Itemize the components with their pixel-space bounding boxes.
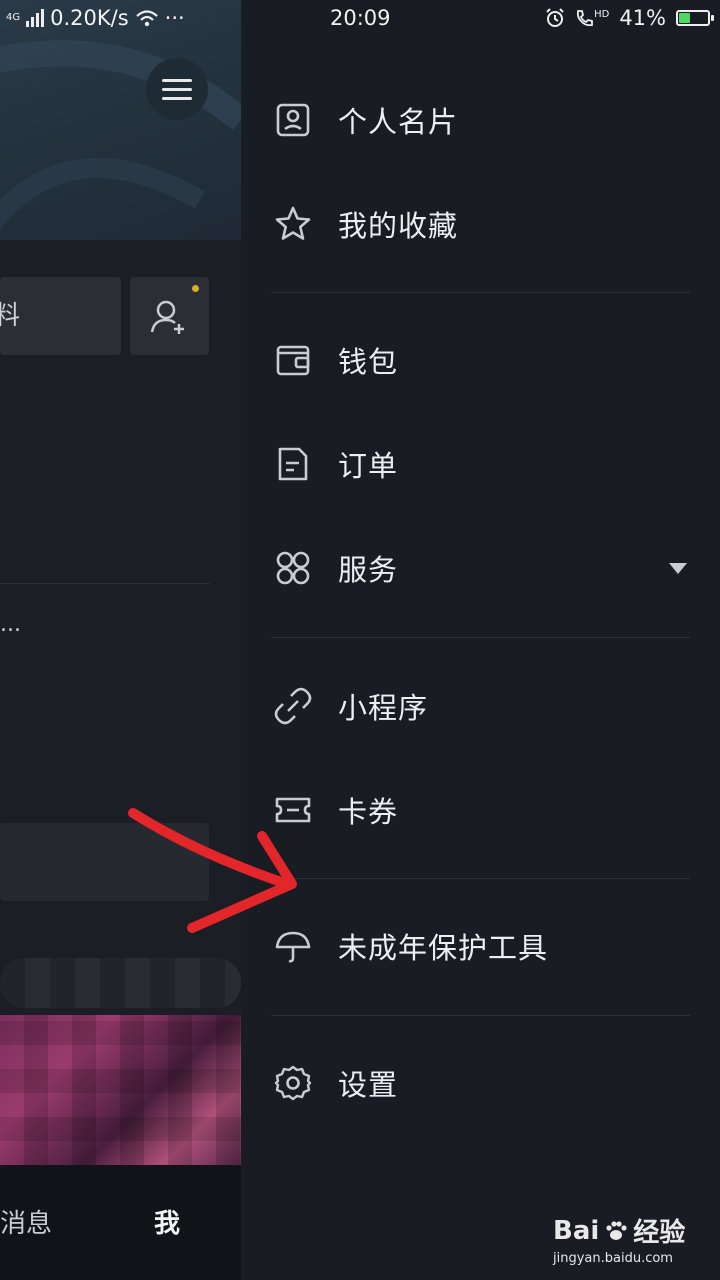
- network-speed: 0.20K/s: [50, 6, 129, 30]
- clock: 20:09: [330, 6, 391, 30]
- drawer-item-label: 我的收藏: [338, 209, 459, 243]
- drawer-item-profile-card[interactable]: 个人名片: [271, 90, 691, 150]
- hd-call-indicator: HD: [575, 9, 609, 27]
- network-type: 4G: [6, 12, 21, 23]
- services-grid-icon: [271, 546, 315, 590]
- watermark-url: jingyan.baidu.com: [553, 1251, 673, 1266]
- menu-button[interactable]: [146, 58, 208, 120]
- status-right: HD 41%: [545, 6, 714, 30]
- blurred-pill: [0, 958, 241, 1008]
- drawer-item-mini-programs[interactable]: 小程序: [271, 676, 691, 736]
- ellipsis-text: ...: [0, 612, 21, 637]
- signal-icon: [26, 9, 45, 27]
- phone-icon: [576, 10, 593, 27]
- drawer-item-label: 钱包: [338, 345, 399, 379]
- coupon-ticket-icon: [271, 788, 315, 832]
- blurred-image: [0, 1015, 241, 1165]
- edit-profile-label: 料: [0, 301, 21, 331]
- hd-label: HD: [594, 9, 610, 20]
- battery-percent: 41%: [619, 6, 666, 30]
- battery-fill: [679, 13, 691, 23]
- drawer-item-favorites[interactable]: 我的收藏: [271, 194, 691, 254]
- drawer-item-orders[interactable]: 订单: [271, 434, 691, 494]
- drawer-item-label: 卡券: [338, 795, 399, 829]
- drawer-item-coupons[interactable]: 卡券: [271, 780, 691, 840]
- watermark-brand: Bai: [553, 1215, 600, 1246]
- drawer-item-label: 服务: [338, 553, 399, 587]
- side-drawer: 个人名片 我的收藏 钱包 订单 服务 小程序 卡券 未成年保护工具 设置: [241, 0, 720, 1280]
- drawer-item-minor-protection[interactable]: 未成年保护工具: [271, 916, 691, 976]
- drawer-item-settings[interactable]: 设置: [271, 1053, 691, 1113]
- status-bar: 4G 0.20K/s ··· 20:09 HD 41%: [0, 0, 720, 40]
- battery-icon: [676, 10, 714, 26]
- nav-messages-tab[interactable]: 消息: [0, 1203, 52, 1240]
- divider: [0, 583, 210, 584]
- drawer-item-services[interactable]: 服务: [271, 538, 691, 598]
- order-document-icon: [271, 442, 315, 486]
- add-friend-button[interactable]: [130, 277, 209, 355]
- drawer-item-label: 小程序: [338, 691, 429, 725]
- alarm-icon: [546, 8, 564, 27]
- drawer-item-label: 订单: [338, 449, 399, 483]
- baidu-watermark: Bai 经验 jingyan.baidu.com: [553, 1212, 685, 1267]
- divider: [271, 637, 690, 638]
- umbrella-icon: [271, 924, 315, 968]
- more-indicator: ···: [164, 6, 185, 30]
- divider: [271, 1015, 690, 1016]
- drawer-item-label: 未成年保护工具: [338, 931, 549, 965]
- edit-profile-button[interactable]: 料: [0, 277, 121, 355]
- mini-program-link-icon: [271, 684, 315, 728]
- star-icon: [271, 202, 315, 246]
- profile-card-icon: [271, 98, 315, 142]
- notification-dot: [192, 285, 199, 292]
- placeholder-block: [0, 823, 209, 901]
- wallet-icon: [271, 338, 315, 382]
- watermark-suffix: 经验: [633, 1218, 686, 1248]
- wifi-icon: [135, 10, 158, 27]
- chevron-down-icon[interactable]: [669, 563, 687, 574]
- baidu-logo: Bai 经验: [553, 1212, 685, 1249]
- nav-me-tab[interactable]: 我: [154, 1203, 180, 1240]
- divider: [271, 292, 690, 293]
- drawer-item-label: 设置: [338, 1068, 399, 1102]
- paw-icon: [606, 1220, 627, 1240]
- background-profile-page: 料 ... 消息 我: [0, 0, 241, 1280]
- status-left: 4G 0.20K/s ···: [6, 6, 185, 30]
- divider: [271, 878, 690, 879]
- drawer-item-wallet[interactable]: 钱包: [271, 330, 691, 390]
- drawer-item-label: 个人名片: [338, 105, 459, 139]
- gear-icon: [271, 1061, 315, 1105]
